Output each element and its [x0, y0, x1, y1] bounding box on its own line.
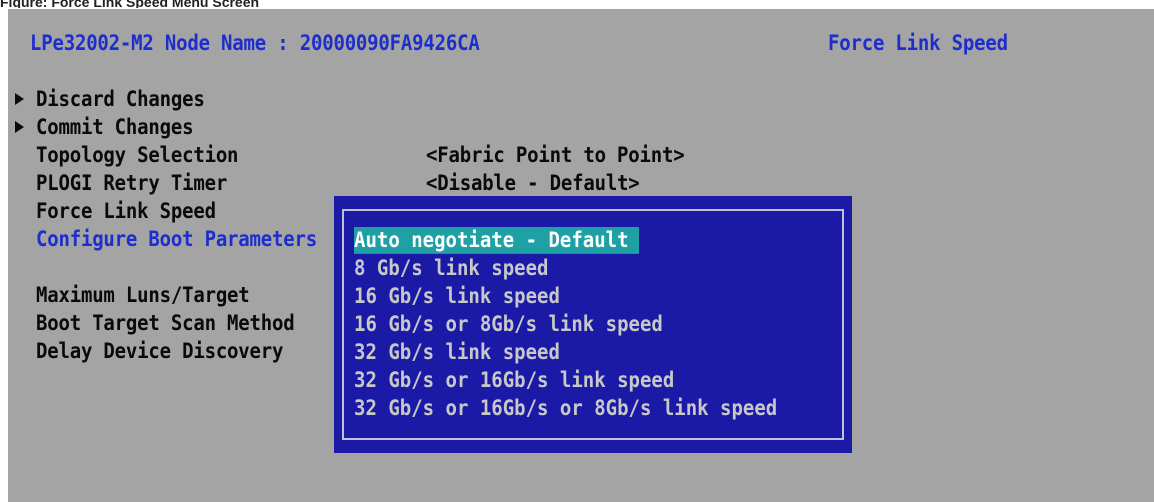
node-name-header: LPe32002-M2 Node Name : 20000090FA9426CA	[30, 31, 480, 56]
topology-selection-value[interactable]: <Fabric Point to Point>	[426, 142, 685, 169]
maximum-luns-target-label[interactable]: Maximum Luns/Target	[36, 282, 250, 309]
link-speed-option[interactable]: 32 Gb/s or 16Gb/s or 8Gb/s link speed	[354, 395, 777, 422]
submenu-arrow-icon	[15, 121, 24, 133]
commit-changes-item[interactable]: Commit Changes	[36, 114, 194, 141]
link-speed-option[interactable]: 32 Gb/s or 16Gb/s link speed	[354, 367, 674, 394]
bios-screen: LPe32002-M2 Node Name : 20000090FA9426CA…	[8, 9, 1154, 502]
screen-title: Force Link Speed	[828, 31, 1008, 56]
link-speed-popup: Auto negotiate - Default 8 Gb/s link spe…	[334, 196, 852, 453]
topology-selection-label[interactable]: Topology Selection	[36, 142, 239, 169]
figure-caption: Figure: Force Link Speed Menu Screen	[0, 0, 260, 8]
plogi-retry-timer-label[interactable]: PLOGI Retry Timer	[36, 170, 227, 197]
link-speed-option[interactable]: 16 Gb/s link speed	[354, 283, 560, 310]
boot-target-scan-method-label[interactable]: Boot Target Scan Method	[36, 310, 295, 337]
delay-device-discovery-label[interactable]: Delay Device Discovery	[36, 338, 283, 365]
configure-boot-parameters-item[interactable]: Configure Boot Parameters	[36, 226, 317, 253]
link-speed-option[interactable]: Auto negotiate - Default	[354, 227, 639, 254]
link-speed-option[interactable]: 32 Gb/s link speed	[354, 339, 560, 366]
link-speed-option[interactable]: 16 Gb/s or 8Gb/s link speed	[354, 311, 663, 338]
link-speed-option[interactable]: 8 Gb/s link speed	[354, 255, 548, 282]
discard-changes-item[interactable]: Discard Changes	[36, 86, 205, 113]
plogi-retry-timer-value[interactable]: <Disable - Default>	[426, 170, 640, 197]
force-link-speed-label[interactable]: Force Link Speed	[36, 198, 216, 225]
submenu-arrow-icon	[15, 93, 24, 105]
